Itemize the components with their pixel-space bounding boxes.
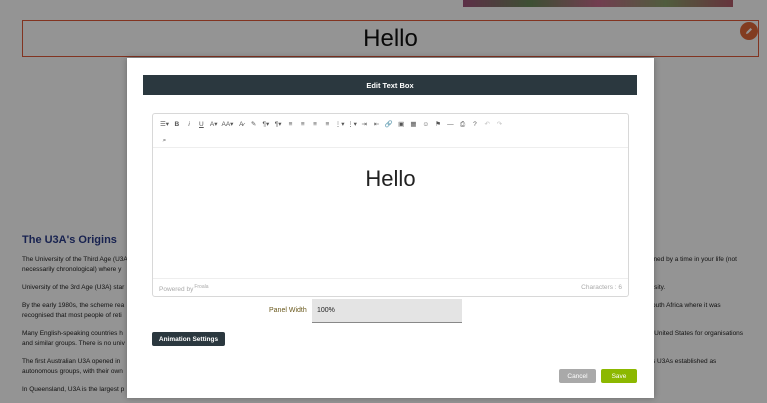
italic-icon[interactable]: i xyxy=(184,119,195,131)
text-color-icon[interactable]: ✎ xyxy=(248,119,259,131)
toolbar-row: ⌕ xyxy=(159,135,171,147)
font-size-icon[interactable]: AA▾ xyxy=(220,119,234,131)
character-count: Characters : 6 xyxy=(581,284,622,291)
horizontal-line-icon[interactable]: — xyxy=(445,119,456,131)
rich-text-editor: ☰▾ B i U A▾ AA▾ A̷ ✎ ¶▾ ¶▾ ≡ ≡ ≡ ≡ ⋮▾ ⋮▾… xyxy=(152,113,629,297)
align-justify-icon[interactable]: ≡ xyxy=(322,119,333,131)
editor-footer: Powered byFroala Characters : 6 xyxy=(153,278,628,296)
modal-header: Edit Text Box xyxy=(143,75,637,95)
link-icon[interactable]: 🔗 xyxy=(383,119,394,131)
bold-icon[interactable]: B xyxy=(171,119,182,131)
panel-width-label: Panel Width xyxy=(269,307,307,314)
find-replace-icon[interactable]: ⌕ xyxy=(159,135,170,147)
editor-toolbar: ☰▾ B i U A▾ AA▾ A̷ ✎ ¶▾ ¶▾ ≡ ≡ ≡ ≡ ⋮▾ ⋮▾… xyxy=(153,114,628,148)
underline-icon[interactable]: U xyxy=(196,119,207,131)
editor-brand[interactable]: Froala xyxy=(194,284,208,290)
paragraph-format-menu-icon[interactable]: ¶▾ xyxy=(273,119,284,131)
insert-image-icon[interactable]: ▣ xyxy=(396,119,407,131)
powered-by-text: Powered by xyxy=(159,286,194,294)
modal-title: Edit Text Box xyxy=(366,80,414,90)
help-icon[interactable]: ? xyxy=(469,119,480,131)
align-right-icon[interactable]: ≡ xyxy=(310,119,321,131)
unordered-list-icon[interactable]: ⋮▾ xyxy=(346,119,357,131)
animation-settings-button[interactable]: Animation Settings xyxy=(152,332,225,346)
paragraph-format-icon[interactable]: ☰▾ xyxy=(159,119,170,131)
indent-icon[interactable]: ⇥ xyxy=(359,119,370,131)
print-icon[interactable]: ⎙ xyxy=(457,119,468,131)
insert-table-icon[interactable]: ▦ xyxy=(408,119,419,131)
undo-icon[interactable]: ↶ xyxy=(482,119,493,131)
ordered-list-icon[interactable]: ⋮▾ xyxy=(334,119,345,131)
clear-format-icon[interactable]: A̷ xyxy=(236,119,247,131)
editor-text: Hello xyxy=(365,166,416,191)
save-button[interactable]: Save xyxy=(601,369,637,383)
outdent-icon[interactable]: ⇤ xyxy=(371,119,382,131)
cancel-button[interactable]: Cancel xyxy=(559,369,596,383)
paragraph-style-icon[interactable]: ¶▾ xyxy=(260,119,271,131)
editor-content-area[interactable]: Hello xyxy=(153,150,628,280)
emoticon-icon[interactable]: ☺ xyxy=(420,119,431,131)
redo-icon[interactable]: ↷ xyxy=(494,119,505,131)
panel-width-input[interactable] xyxy=(312,299,462,323)
toolbar-row: ☰▾ B i U A▾ AA▾ A̷ ✎ ¶▾ ¶▾ ≡ ≡ ≡ ≡ ⋮▾ ⋮▾… xyxy=(159,119,506,131)
powered-by-label: Powered byFroala xyxy=(159,284,209,293)
font-family-icon[interactable]: A▾ xyxy=(208,119,219,131)
align-left-icon[interactable]: ≡ xyxy=(285,119,296,131)
edit-text-box-modal: Edit Text Box ☰▾ B i U A▾ AA▾ A̷ ✎ ¶▾ ¶▾… xyxy=(127,58,654,398)
flag-icon[interactable]: ⚑ xyxy=(433,119,444,131)
align-center-icon[interactable]: ≡ xyxy=(297,119,308,131)
